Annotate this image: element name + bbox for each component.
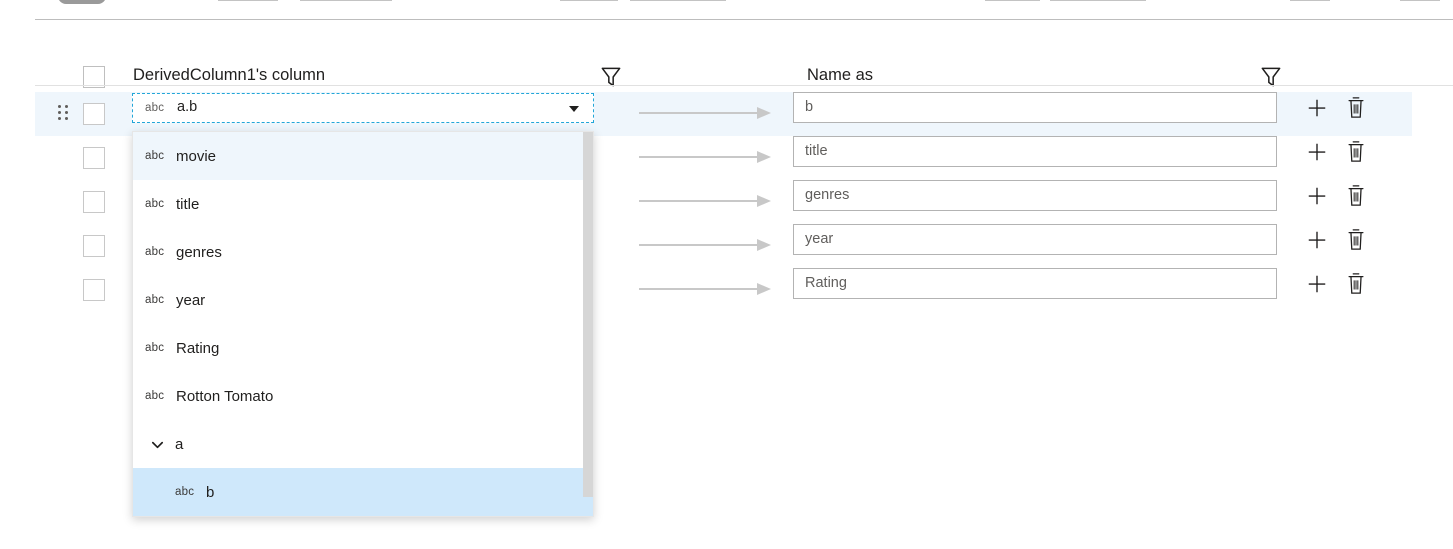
dropdown-option-rotton-tomato[interactable]: abc Rotton Tomato (133, 372, 593, 420)
name-as-input[interactable]: b (793, 92, 1277, 123)
dropdown-option-year[interactable]: abc year (133, 276, 593, 324)
trash-icon[interactable] (1345, 96, 1367, 120)
row-checkbox[interactable] (83, 235, 105, 257)
dropdown-option-movie[interactable]: abc movie (133, 132, 593, 180)
toolbar-text-fragment (560, 0, 618, 1)
row-checkbox[interactable] (83, 103, 105, 125)
dropdown-group-a[interactable]: a (133, 420, 593, 468)
mapping-arrow-icon (639, 238, 771, 252)
dropdown-option-rating[interactable]: abc Rating (133, 324, 593, 372)
mapping-arrow-icon (639, 150, 771, 164)
chevron-down-icon[interactable] (147, 437, 167, 452)
trash-icon[interactable] (1345, 228, 1367, 252)
toolbar-text-fragment (300, 0, 392, 1)
name-as-value: b (805, 99, 813, 115)
abc-type-icon: abc (145, 294, 171, 306)
toolbar-text-fragment (1050, 0, 1146, 1)
drag-handle-icon[interactable] (58, 105, 68, 123)
dropdown-option-a-b[interactable]: abc b (133, 468, 593, 516)
toolbar-text-fragment (1400, 0, 1440, 1)
abc-type-icon: abc (145, 342, 171, 354)
dropdown-option-label: movie (176, 148, 216, 165)
name-as-input[interactable]: year (793, 224, 1277, 255)
dropdown-option-label: Rotton Tomato (176, 388, 273, 405)
mapping-arrow-icon (639, 282, 771, 296)
source-column-value: a.b (177, 99, 197, 115)
dropdown-option-genres[interactable]: abc genres (133, 228, 593, 276)
row-checkbox[interactable] (83, 147, 105, 169)
row-checkbox[interactable] (83, 191, 105, 213)
dropdown-option-title[interactable]: abc title (133, 180, 593, 228)
name-as-value: genres (805, 187, 849, 203)
toolbar-sliver (0, 0, 1453, 5)
abc-type-icon: abc (175, 486, 201, 498)
column-mapping-panel: DerivedColumn1's column Name as abc a.b (0, 0, 1453, 549)
dropdown-option-label: b (206, 484, 214, 501)
filter-funnel-icon-source[interactable] (598, 64, 624, 90)
abc-type-icon: abc (145, 150, 171, 162)
dropdown-option-label: year (176, 292, 205, 309)
dropdown-scrollbar[interactable] (583, 132, 593, 516)
chevron-down-icon[interactable] (569, 106, 579, 112)
mapping-arrow-icon (639, 194, 771, 208)
name-as-input[interactable]: title (793, 136, 1277, 167)
dropdown-scrollbar-thumb[interactable] (583, 132, 593, 497)
name-as-value: year (805, 231, 833, 247)
mapping-arrow-icon (639, 106, 771, 120)
toolbar-text-fragment (1290, 0, 1330, 1)
dropdown-group-label: a (175, 436, 183, 453)
name-as-value: Rating (805, 275, 847, 291)
plus-icon[interactable] (1306, 273, 1328, 295)
plus-icon[interactable] (1306, 185, 1328, 207)
plus-icon[interactable] (1306, 229, 1328, 251)
header-source-column-label: DerivedColumn1's column (133, 66, 325, 85)
name-as-input[interactable]: Rating (793, 268, 1277, 299)
dropdown-option-label: Rating (176, 340, 219, 357)
plus-icon[interactable] (1306, 141, 1328, 163)
source-column-combobox[interactable]: abc a.b (132, 93, 594, 123)
plus-icon[interactable] (1306, 97, 1328, 119)
abc-type-icon: abc (145, 390, 171, 402)
header-name-as-label: Name as (807, 66, 873, 85)
toolbar-text-fragment (985, 0, 1040, 1)
abc-type-icon: abc (145, 246, 171, 258)
name-as-value: title (805, 143, 828, 159)
filter-funnel-icon-nameas[interactable] (1258, 64, 1284, 90)
name-as-input[interactable]: genres (793, 180, 1277, 211)
trash-icon[interactable] (1345, 140, 1367, 164)
trash-icon[interactable] (1345, 272, 1367, 296)
dropdown-option-label: title (176, 196, 199, 213)
header-divider (35, 85, 1453, 86)
abc-type-icon: abc (145, 198, 171, 210)
dropdown-option-label: genres (176, 244, 222, 261)
table-row: abc a.b b (0, 92, 1453, 136)
toolbar-text-fragment (218, 0, 278, 1)
trash-icon[interactable] (1345, 184, 1367, 208)
toolbar-button-fragment (58, 0, 106, 4)
source-column-dropdown[interactable]: abc movie abc title abc genres abc year … (132, 131, 594, 517)
row-checkbox[interactable] (83, 279, 105, 301)
abc-type-icon: abc (145, 102, 164, 114)
column-header-row: DerivedColumn1's column Name as (0, 20, 1453, 79)
toolbar-text-fragment (630, 0, 726, 1)
